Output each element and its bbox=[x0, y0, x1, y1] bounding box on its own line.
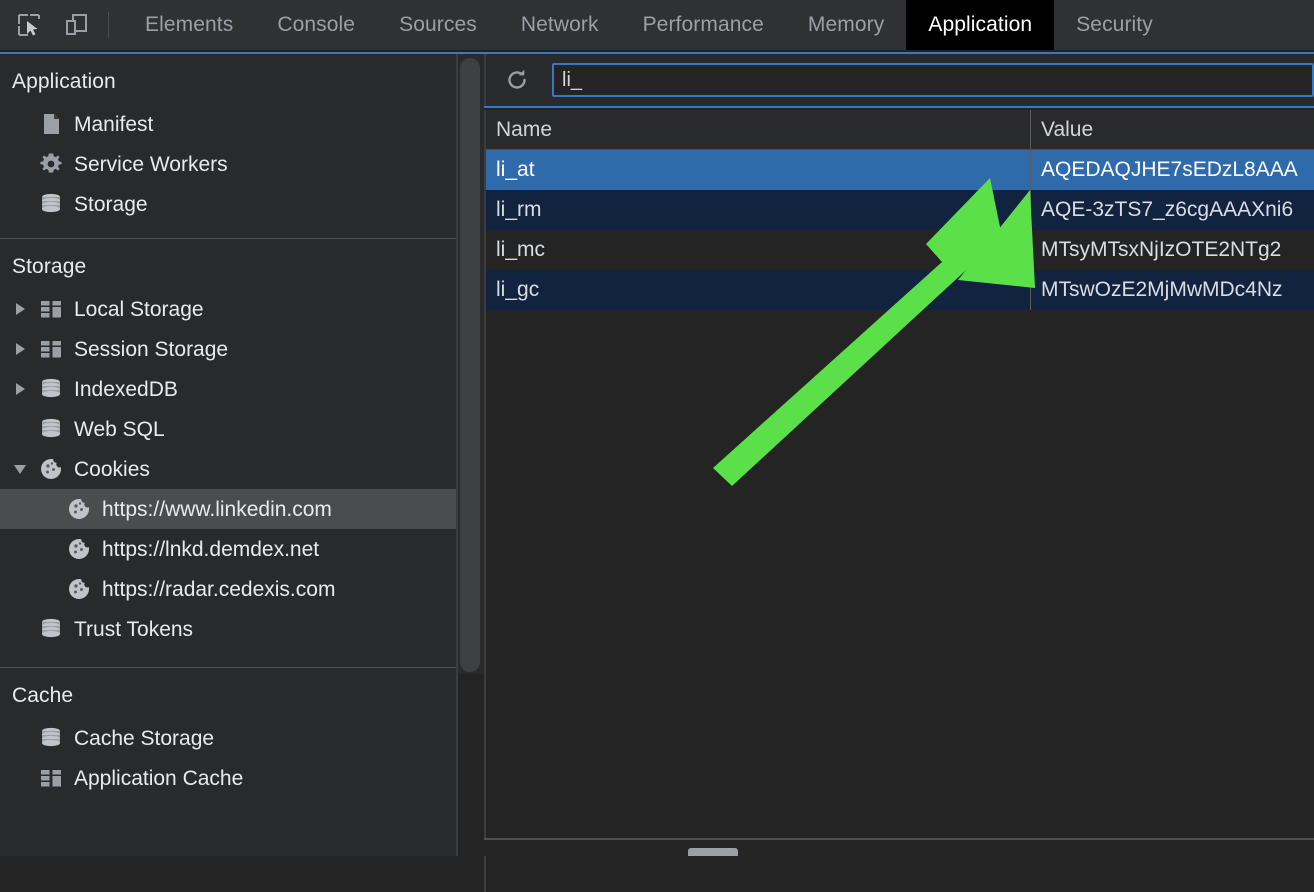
panel-resize-grip[interactable] bbox=[688, 848, 738, 856]
cookies-table: Name Value li_at AQEDAQJHE7sEDzL8AAA li_rm… bbox=[484, 110, 1314, 892]
database-icon bbox=[38, 616, 64, 642]
cookie-value-cell[interactable]: AQEDAQJHE7sEDzL8AAA bbox=[1031, 150, 1314, 190]
database-icon bbox=[38, 191, 64, 217]
cookie-name-cell[interactable]: li_rm bbox=[486, 190, 1031, 230]
tab-console[interactable]: Console bbox=[255, 0, 377, 50]
cookies-panel: Name Value li_atAQEDAQJHE7sEDzL8AAAli_rm… bbox=[484, 54, 1314, 892]
sidebar-section-title: Storage bbox=[12, 255, 87, 278]
sidebar-scroll-fill bbox=[458, 674, 484, 856]
sidebar-item-label: Storage bbox=[74, 192, 148, 216]
sidebar-item-https-lnkd-demdex-net[interactable]: https://lnkd.demdex.net bbox=[0, 529, 458, 569]
database-icon bbox=[38, 725, 64, 751]
cookie-value-cell[interactable]: AQE-3zTS7_z6cgAAAXni6 bbox=[1031, 190, 1314, 230]
cookie-icon bbox=[66, 536, 92, 562]
sidebar-item-web-sql[interactable]: Web SQL bbox=[0, 409, 458, 449]
tabbar-tool-icons bbox=[0, 0, 94, 50]
cookie-name-cell[interactable]: li_gc bbox=[486, 270, 1031, 310]
column-header-name[interactable]: Name bbox=[486, 110, 1031, 149]
sidebar-item-label: https://lnkd.demdex.net bbox=[102, 537, 320, 561]
sidebar-item-indexeddb[interactable]: IndexedDB bbox=[0, 369, 458, 409]
sidebar-item-session-storage[interactable]: Session Storage bbox=[0, 329, 458, 369]
sidebar-section-cache: Cache Cache Storage Application Cache bbox=[0, 667, 458, 818]
cookie-name-cell[interactable]: li_mc bbox=[486, 230, 1031, 270]
cookies-table-header: Name Value bbox=[486, 110, 1314, 150]
cookies-table-rows: li_at AQEDAQJHE7sEDzL8AAA li_rm AQE-3zTS7_z… bbox=[486, 150, 1314, 310]
table-icon bbox=[38, 296, 64, 322]
filterbar-accent-line bbox=[484, 106, 1314, 108]
sidebar-item-label: Trust Tokens bbox=[74, 617, 194, 641]
refresh-icon[interactable] bbox=[496, 59, 538, 101]
cookie-icon bbox=[66, 576, 92, 602]
devtools-tabbar: Elements Console Sources Network Perform… bbox=[0, 0, 1314, 50]
cookie-value-cell[interactable]: MTswOzE2MjMwMDc4Nz bbox=[1031, 270, 1314, 310]
cookie-icon bbox=[66, 496, 92, 522]
sidebar-scrollbar-thumb[interactable] bbox=[460, 58, 480, 672]
sidebar-item-label: Service Workers bbox=[74, 152, 228, 176]
database-icon bbox=[38, 416, 64, 442]
sidebar-section-storage: Storage Local Storage Session Storage Index… bbox=[0, 238, 458, 667]
tab-memory[interactable]: Memory bbox=[786, 0, 906, 50]
devtools-window: Elements Console Sources Network Perform… bbox=[0, 0, 1314, 892]
sidebar-item-local-storage[interactable]: Local Storage bbox=[0, 289, 458, 329]
chevron-right-icon[interactable] bbox=[10, 299, 30, 319]
sidebar-section-application: Application Manifest Service Workers Storag… bbox=[0, 54, 458, 238]
sidebar-item-label: Local Storage bbox=[74, 297, 204, 321]
cookie-filter-input[interactable] bbox=[552, 63, 1314, 97]
sidebar-item-cache-storage[interactable]: Cache Storage bbox=[0, 718, 458, 758]
tab-sources[interactable]: Sources bbox=[377, 0, 499, 50]
application-sidebar: Application Manifest Service Workers Storag… bbox=[0, 54, 458, 856]
table-row[interactable]: li_at AQEDAQJHE7sEDzL8AAA bbox=[486, 150, 1314, 190]
sidebar-section-title: Cache bbox=[12, 684, 74, 707]
sidebar-item-application-cache[interactable]: Application Cache bbox=[0, 758, 458, 798]
inspect-element-icon[interactable] bbox=[12, 8, 46, 42]
tab-security[interactable]: Security bbox=[1054, 0, 1175, 50]
tabbar-divider bbox=[108, 12, 109, 38]
bottom-strip bbox=[484, 840, 1314, 856]
cookie-value-cell[interactable]: MTsyMTsxNjIzOTE2NTg2 bbox=[1031, 230, 1314, 270]
sidebar-item-label: Cookies bbox=[74, 457, 150, 481]
sidebar-item-storage[interactable]: Storage bbox=[0, 184, 458, 224]
sidebar-item-label: https://www.linkedin.com bbox=[102, 497, 332, 521]
chevron-right-icon[interactable] bbox=[10, 339, 30, 359]
sidebar-item-label: IndexedDB bbox=[74, 377, 178, 401]
tab-network[interactable]: Network bbox=[499, 0, 621, 50]
sidebar-item-manifest[interactable]: Manifest bbox=[0, 104, 458, 144]
tab-elements[interactable]: Elements bbox=[123, 0, 255, 50]
table-row[interactable]: li_mc MTsyMTsxNjIzOTE2NTg2 bbox=[486, 230, 1314, 270]
cookie-name-cell[interactable]: li_at bbox=[486, 150, 1031, 190]
document-icon bbox=[38, 111, 64, 137]
table-row[interactable]: li_rm AQE-3zTS7_z6cgAAAXni6 bbox=[486, 190, 1314, 230]
sidebar-section-title: Application bbox=[12, 70, 116, 93]
chevron-down-icon[interactable] bbox=[10, 459, 30, 479]
tab-application[interactable]: Application bbox=[906, 0, 1055, 50]
tab-performance[interactable]: Performance bbox=[621, 0, 786, 50]
database-icon bbox=[38, 376, 64, 402]
cookie-icon bbox=[38, 456, 64, 482]
sidebar-item-label: Session Storage bbox=[74, 337, 229, 361]
sidebar-item-label: Web SQL bbox=[74, 417, 165, 441]
table-row[interactable]: li_gc MTswOzE2MjMwMDc4Nz bbox=[486, 270, 1314, 310]
cookies-filter-bar bbox=[484, 54, 1314, 106]
sidebar-item-service-workers[interactable]: Service Workers bbox=[0, 144, 458, 184]
sidebar-item-https-www-linkedin-com[interactable]: https://www.linkedin.com bbox=[0, 489, 458, 529]
device-toolbar-icon[interactable] bbox=[60, 8, 94, 42]
sidebar-item-label: Application Cache bbox=[74, 766, 244, 790]
gear-icon bbox=[38, 151, 64, 177]
sidebar-item-trust-tokens[interactable]: Trust Tokens bbox=[0, 609, 458, 649]
table-icon bbox=[38, 336, 64, 362]
sidebar-item-cookies[interactable]: Cookies bbox=[0, 449, 458, 489]
sidebar-item-label: https://radar.cedexis.com bbox=[102, 577, 336, 601]
sidebar-item-https-radar-cedexis-com[interactable]: https://radar.cedexis.com bbox=[0, 569, 458, 609]
table-empty-area bbox=[486, 310, 1314, 892]
sidebar-item-label: Manifest bbox=[74, 112, 154, 136]
sidebar-item-label: Cache Storage bbox=[74, 726, 215, 750]
chevron-right-icon[interactable] bbox=[10, 379, 30, 399]
devtools-tabs: Elements Console Sources Network Perform… bbox=[123, 0, 1314, 50]
column-header-value[interactable]: Value bbox=[1031, 110, 1314, 149]
table-icon bbox=[38, 765, 64, 791]
